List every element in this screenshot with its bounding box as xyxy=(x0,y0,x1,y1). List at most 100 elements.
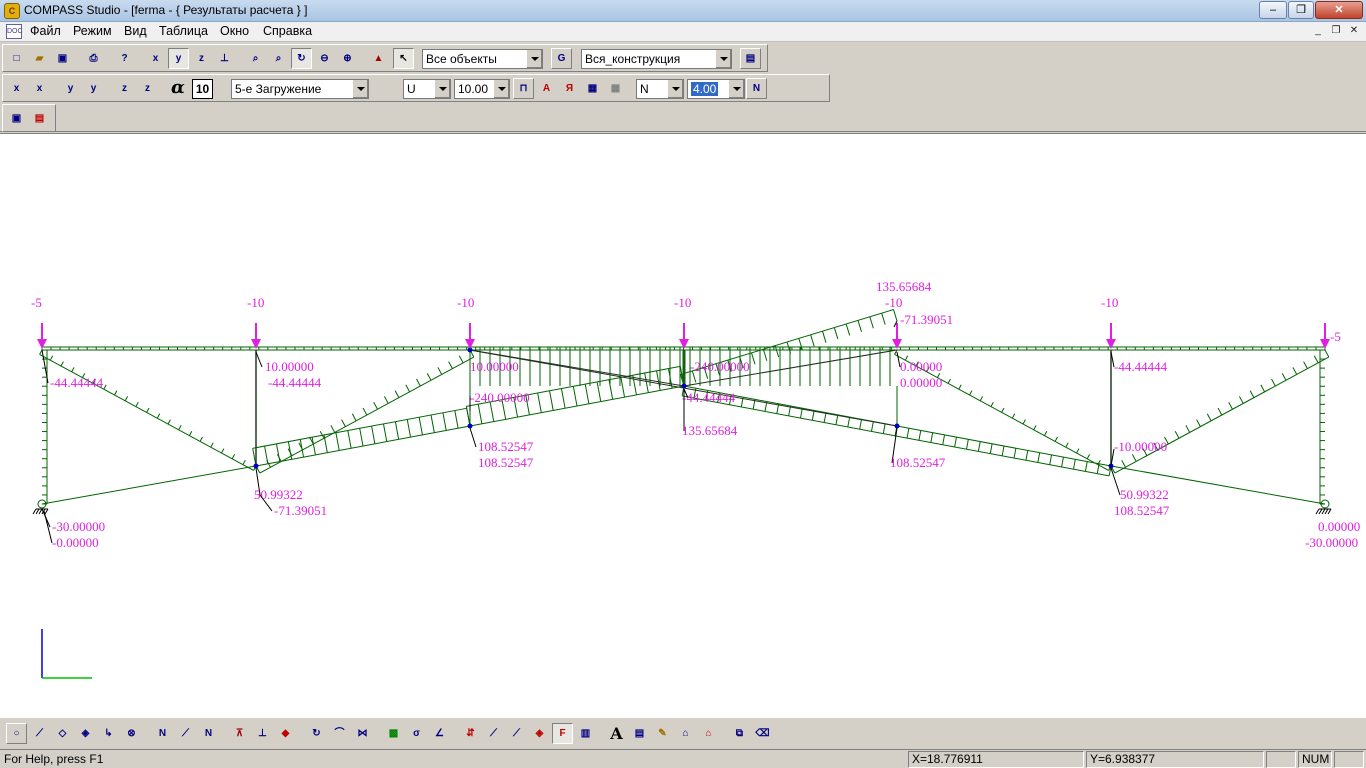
load-tool-icon[interactable]: ⊼ xyxy=(229,723,250,744)
distributed-load-icon[interactable]: ⊥ xyxy=(252,723,273,744)
section-tool-icon[interactable]: ⌒ xyxy=(329,723,350,744)
node-tool-icon[interactable]: ○ xyxy=(6,723,27,744)
reaction-icon[interactable]: ⇵ xyxy=(460,723,481,744)
label-tool-icon[interactable]: N xyxy=(198,723,219,744)
properties-icon[interactable]: ▤ xyxy=(740,48,761,69)
menu-help[interactable]: Справка xyxy=(263,24,312,38)
diag-band-hatch xyxy=(430,414,435,433)
menu-table[interactable]: Таблица xyxy=(159,24,208,38)
frame-tool-icon[interactable]: ⌂ xyxy=(675,723,696,744)
list-tool-icon[interactable]: ▤ xyxy=(629,723,650,744)
menu-file[interactable]: Файл xyxy=(30,24,61,38)
node-z-icon[interactable]: z xyxy=(191,48,212,69)
chevron-down-icon[interactable] xyxy=(728,80,744,98)
support-hatch xyxy=(38,508,43,515)
load-case-select[interactable]: 5-е Загружение xyxy=(231,79,369,99)
diag-band-hatch xyxy=(1206,413,1212,422)
save-icon[interactable]: ▣ xyxy=(52,48,73,69)
support-tool-icon[interactable]: ⊗ xyxy=(121,723,142,744)
rotate-x-icon[interactable]: x xyxy=(29,78,50,99)
diagram-frame-icon[interactable]: ⊓ xyxy=(513,78,534,99)
stress-icon[interactable]: σ xyxy=(406,723,427,744)
drawing-canvas[interactable]: -5 -10 -10 -10 -10 -10 -5 135.65684 -71.39051 -44… xyxy=(0,133,1366,717)
zoom-window-icon[interactable]: ⌕ xyxy=(268,48,289,69)
menu-mode[interactable]: Режим xyxy=(73,24,112,38)
frame-red-icon[interactable]: ⌂ xyxy=(698,723,719,744)
move-x-icon[interactable]: x xyxy=(6,78,27,99)
precision-select[interactable]: 4.00 xyxy=(687,79,745,99)
rotate-z-icon[interactable]: z xyxy=(137,78,158,99)
maximize-button[interactable]: ❐ xyxy=(1288,1,1314,19)
plate-tool-icon[interactable]: ◇ xyxy=(52,723,73,744)
component-select[interactable]: U xyxy=(403,79,451,99)
diag-band-hatch xyxy=(1131,454,1137,462)
text-tool-icon[interactable]: A xyxy=(606,723,627,744)
moment-tool-icon[interactable]: ◆ xyxy=(275,723,296,744)
chevron-down-icon[interactable] xyxy=(667,80,683,98)
minimize-button[interactable]: ‒ xyxy=(1259,1,1287,19)
value-labels-icon[interactable]: F xyxy=(552,723,573,744)
bar-forces-icon[interactable]: ⟋ xyxy=(483,723,504,744)
deformation-tool-icon[interactable]: ⋈ xyxy=(352,723,373,744)
solid-tool-icon[interactable]: ◈ xyxy=(75,723,96,744)
move-y-icon[interactable]: y xyxy=(60,78,81,99)
bar-tool-icon[interactable]: ⟋ xyxy=(29,723,50,744)
group-icon[interactable]: G xyxy=(551,48,572,69)
axis-icon[interactable]: ⊥ xyxy=(214,48,235,69)
bar-check-icon[interactable]: ⟋ xyxy=(506,723,527,744)
close-button[interactable]: ✕ xyxy=(1315,1,1363,19)
axes-tool-icon[interactable]: ↳ xyxy=(98,723,119,744)
objects-select[interactable]: Все объекты xyxy=(422,49,543,69)
move-z-icon[interactable]: z xyxy=(114,78,135,99)
document-icon[interactable]: DOC xyxy=(6,24,23,39)
scale-select[interactable]: 10.00 xyxy=(454,79,510,99)
pointer-icon[interactable]: ↖ xyxy=(393,48,414,69)
node-x-icon[interactable]: x xyxy=(145,48,166,69)
highlight-icon[interactable]: ▲ xyxy=(368,48,389,69)
color-map-icon[interactable]: ▩ xyxy=(383,723,404,744)
numbered-values-icon[interactable]: ▥ xyxy=(575,723,596,744)
eraser-icon[interactable]: ⌫ xyxy=(752,723,773,744)
diagram-red-icon[interactable]: A xyxy=(536,78,557,99)
menu-window[interactable]: Окно xyxy=(220,24,249,38)
rotate-y-icon[interactable]: y xyxy=(83,78,104,99)
mdi-close-button[interactable]: ✕ xyxy=(1346,25,1362,39)
element-number-icon[interactable]: ⟋ xyxy=(175,723,196,744)
node-number-icon[interactable]: N xyxy=(152,723,173,744)
force-select[interactable]: N xyxy=(636,79,684,99)
numbers-toggle-icon[interactable]: N xyxy=(746,78,767,99)
mdi-minimize-button[interactable]: _ xyxy=(1310,25,1326,39)
diag-band-hatch xyxy=(1271,378,1276,387)
alpha-value-field[interactable]: 10 xyxy=(192,79,213,99)
table-results-icon[interactable]: ▦ xyxy=(582,78,603,99)
context-help-icon[interactable]: ? xyxy=(114,48,135,69)
window-tool-icon[interactable]: ⧉ xyxy=(729,723,750,744)
zoom-out-icon[interactable]: ⊖ xyxy=(314,48,335,69)
plate-forces-icon[interactable]: ◈ xyxy=(529,723,550,744)
mdi-restore-button[interactable]: ❐ xyxy=(1328,25,1344,39)
truss-diagram[interactable]: -5 -10 -10 -10 -10 -10 -5 135.65684 -71.39051 -44… xyxy=(0,134,1366,718)
zoom-rotate-icon[interactable]: ↻ xyxy=(291,48,312,69)
new-file-icon[interactable]: □ xyxy=(6,48,27,69)
diagram-red-fill-icon[interactable]: Я xyxy=(559,78,580,99)
menu-view[interactable]: Вид xyxy=(124,24,147,38)
node-y-icon[interactable]: y xyxy=(168,48,189,69)
chevron-down-icon[interactable] xyxy=(434,80,450,98)
rotate-tool-icon[interactable]: ↻ xyxy=(306,723,327,744)
diag-band-hatch xyxy=(1001,407,1005,413)
zoom-in-icon[interactable]: ⊕ xyxy=(337,48,358,69)
chevron-down-icon[interactable] xyxy=(352,80,368,98)
pencil-icon[interactable]: ✎ xyxy=(652,723,673,744)
chevron-down-icon[interactable] xyxy=(715,50,731,68)
export-icon[interactable]: ▣ xyxy=(6,108,27,129)
construction-select[interactable]: Вся_конструкция xyxy=(581,49,732,69)
zoom-icon[interactable]: ⌕ xyxy=(245,48,266,69)
compass-app-icon[interactable]: C xyxy=(4,3,20,19)
chevron-down-icon[interactable] xyxy=(493,80,509,98)
angle-icon[interactable]: ∠ xyxy=(429,723,450,744)
open-folder-icon[interactable]: ▰ xyxy=(29,48,50,69)
report-icon[interactable]: ▤ xyxy=(29,108,50,129)
chevron-down-icon[interactable] xyxy=(526,50,542,68)
print-icon[interactable]: ⎙ xyxy=(83,48,104,69)
diag-band-hatch xyxy=(751,352,756,365)
